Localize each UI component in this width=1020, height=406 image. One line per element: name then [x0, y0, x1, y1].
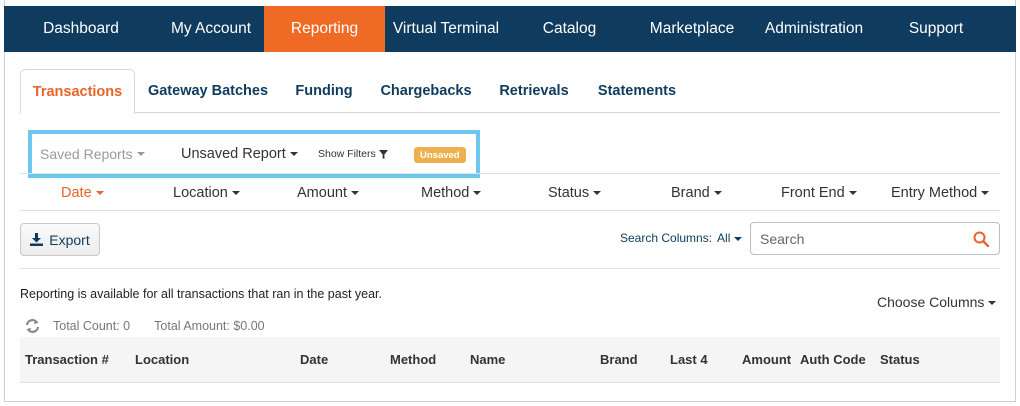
chevron-down-icon [981, 190, 990, 195]
status-badge: Unsaved [414, 147, 466, 163]
reporting-tabs: Transactions Gateway Batches Funding Cha… [20, 69, 1000, 114]
chevron-down-icon [848, 190, 857, 195]
search-field [750, 222, 1000, 255]
filter-amount[interactable]: Amount [297, 174, 359, 211]
filter-location-label: Location [173, 184, 228, 201]
search-columns-label: Search Columns: [620, 231, 713, 245]
column-filters: Date Location Amount Method Status Brand… [20, 173, 1000, 211]
chevron-down-icon [350, 190, 359, 195]
chevron-down-icon [593, 190, 602, 195]
chevron-down-icon [713, 190, 722, 195]
column-header[interactable]: Auth Code [800, 337, 866, 382]
filter-icon [378, 149, 388, 159]
nav-item-reporting[interactable]: Reporting [264, 6, 385, 52]
total-amount: Total Amount: $0.00 [154, 319, 265, 333]
filter-front-end-label: Front End [781, 184, 845, 201]
totals-bar: Total Count: 0 Total Amount: $0.00 [24, 318, 265, 334]
nav-item-support[interactable]: Support [876, 6, 996, 52]
column-header[interactable]: Method [390, 337, 436, 382]
column-header[interactable]: Transaction # [25, 337, 109, 382]
filter-status-label: Status [548, 184, 590, 201]
column-header[interactable]: Location [135, 337, 189, 382]
filter-brand[interactable]: Brand [671, 174, 722, 211]
tab-chargebacks[interactable]: Chargebacks [376, 69, 476, 113]
export-button[interactable]: Export [20, 223, 100, 256]
search-input[interactable] [760, 230, 960, 247]
choose-columns-label: Choose Columns [877, 294, 985, 310]
divider [20, 268, 1000, 269]
filter-location[interactable]: Location [173, 174, 240, 211]
show-filters-label: Show Filters [318, 148, 376, 160]
chevron-down-icon [473, 190, 482, 195]
nav-item-marketplace[interactable]: Marketplace [632, 6, 752, 52]
saved-reports-label: Saved Reports [40, 146, 133, 162]
chevron-down-icon [289, 152, 298, 156]
filter-date[interactable]: Date [61, 174, 104, 211]
current-report-dropdown[interactable]: Unsaved Report [181, 134, 298, 174]
search-columns-dropdown[interactable]: All [717, 231, 743, 245]
filter-front-end[interactable]: Front End [781, 174, 857, 211]
nav-item-dashboard[interactable]: Dashboard [4, 6, 158, 52]
filter-brand-label: Brand [671, 184, 710, 201]
chevron-down-icon [95, 190, 104, 195]
filter-method-label: Method [421, 184, 470, 201]
nav-item-catalog[interactable]: Catalog [507, 6, 632, 52]
search-columns-value: All [717, 231, 731, 245]
chevron-down-icon [136, 152, 145, 156]
column-header[interactable]: Amount [742, 337, 791, 382]
filter-date-label: Date [61, 184, 92, 201]
refresh-icon[interactable] [24, 318, 41, 334]
choose-columns-dropdown[interactable]: Choose Columns [877, 294, 997, 310]
saved-reports-dropdown[interactable]: Saved Reports [40, 134, 145, 174]
current-report-label: Unsaved Report [181, 146, 286, 162]
chevron-down-icon [988, 301, 997, 306]
column-header[interactable]: Date [300, 337, 328, 382]
filter-method[interactable]: Method [421, 174, 482, 211]
filter-amount-label: Amount [297, 184, 347, 201]
nav-item-administration[interactable]: Administration [752, 6, 876, 52]
info-message: Reporting is available for all transacti… [20, 287, 383, 301]
column-header[interactable]: Last 4 [670, 337, 708, 382]
export-label: Export [49, 231, 90, 248]
tab-retrievals[interactable]: Retrievals [492, 69, 576, 113]
column-header[interactable]: Brand [600, 337, 638, 382]
nav-item-virtual-terminal[interactable]: Virtual Terminal [385, 6, 507, 52]
column-header[interactable]: Name [470, 337, 505, 382]
tab-gateway-batches[interactable]: Gateway Batches [144, 69, 272, 113]
column-header[interactable]: Status [880, 337, 920, 382]
report-selector-highlight: Saved Reports Unsaved Report Show Filter… [28, 130, 480, 178]
total-count: Total Count: 0 [53, 319, 131, 333]
nav-item-my-account[interactable]: My Account [158, 6, 264, 52]
download-icon [30, 233, 44, 246]
show-filters-button[interactable]: Show Filters [318, 134, 388, 174]
search-columns: Search Columns: All [620, 231, 743, 245]
filter-entry-method-label: Entry Method [891, 184, 978, 201]
filter-entry-method[interactable]: Entry Method [891, 174, 990, 211]
transactions-table-header: Transaction # Location Date Method Name … [20, 337, 1000, 383]
main-nav: Dashboard My Account Reporting Virtual T… [4, 6, 1016, 52]
chevron-down-icon [734, 236, 743, 241]
tab-transactions[interactable]: Transactions [20, 69, 135, 114]
tab-funding[interactable]: Funding [288, 69, 360, 113]
chevron-down-icon [231, 190, 240, 195]
tab-statements[interactable]: Statements [592, 69, 682, 113]
filter-status[interactable]: Status [548, 174, 602, 211]
search-icon[interactable] [973, 231, 989, 247]
